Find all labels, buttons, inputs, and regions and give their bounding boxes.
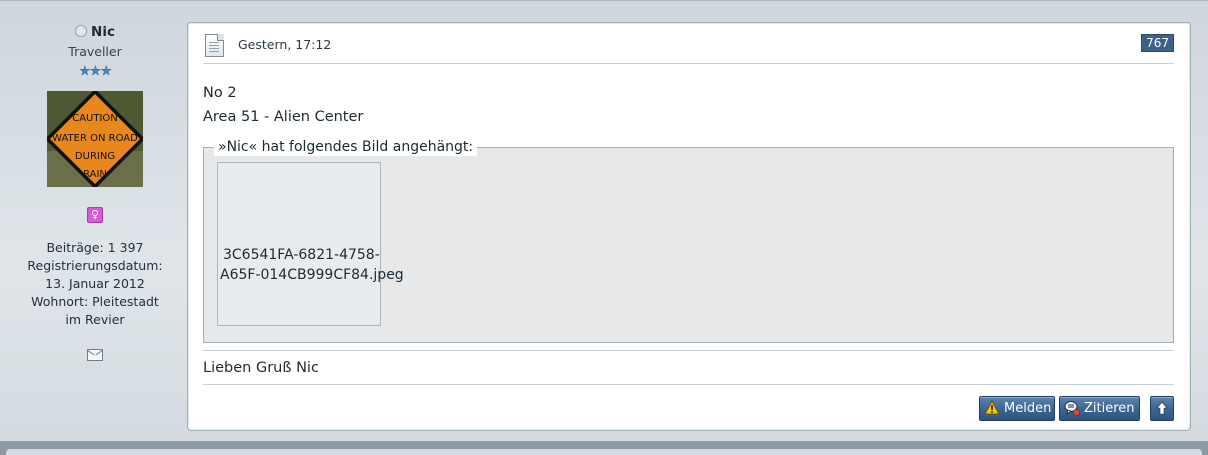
user-sidebar: Nic Traveller ★★★ CAUTION WATER ON ROAD … (8, 9, 182, 439)
star-icon: ★ (100, 64, 112, 79)
post-number-link[interactable]: 767 (1141, 34, 1174, 52)
female-gender-icon: ♀ (87, 207, 103, 223)
attachment-legend: »Nic« hat folgendes Bild angehängt: (214, 138, 478, 156)
attachment-thumbnail[interactable]: 3C6541FA-6821-4758- A65F-014CB999CF84.jp… (217, 162, 404, 326)
next-post-edge (6, 449, 1202, 455)
caution-sign-image: CAUTION WATER ON ROAD DURING RAIN (47, 91, 143, 187)
user-stats: Beiträge: 1 397 Registrierungsdatum: 13.… (8, 239, 182, 329)
registration-date: 13. Januar 2012 (45, 276, 145, 291)
attachment-filename: 3C6541FA-6821-4758- A65F-014CB999CF84.jp… (220, 245, 420, 285)
report-button[interactable]: Melden (979, 396, 1055, 421)
divider (203, 350, 1174, 351)
document-icon (205, 34, 224, 57)
attachment-fieldset: »Nic« hat folgendes Bild angehängt: 3C65… (203, 138, 1174, 343)
attachment-filename-line: A65F-014CB999CF84.jpeg (220, 267, 404, 283)
report-label: Melden (1004, 401, 1052, 416)
user-row: Nic (8, 23, 182, 41)
arrow-up-icon (1156, 401, 1168, 415)
avatar-sign-line: RAIN (83, 169, 107, 180)
message-box: Gestern, 17:12 767 No 2 Area 51 - Alien … (187, 22, 1191, 431)
star-icon: ★ (79, 64, 91, 79)
registration-label: Registrierungsdatum: (27, 258, 163, 273)
send-mail-icon[interactable] (87, 349, 103, 361)
post-container: Nic Traveller ★★★ CAUTION WATER ON ROAD … (0, 0, 1208, 442)
message-header: Gestern, 17:12 767 (203, 31, 1174, 64)
message-body: No 2 Area 51 - Alien Center (203, 81, 363, 129)
avatar-sign-line: CAUTION (72, 113, 118, 124)
avatar-sign-line: DURING (75, 151, 115, 162)
post-count: Beiträge: 1 397 (46, 240, 144, 255)
user-avatar[interactable]: CAUTION WATER ON ROAD DURING RAIN (47, 91, 143, 187)
user-rank: Traveller (68, 44, 122, 59)
post-date: Gestern, 17:12 (238, 37, 332, 52)
quote-label: Zitieren (1084, 401, 1135, 416)
message-line: Area 51 - Alien Center (203, 109, 364, 125)
rank-stars: ★★★ (8, 63, 182, 79)
quote-bubble-icon (1064, 401, 1080, 416)
divider (203, 384, 1174, 385)
quote-button[interactable]: Zitieren (1059, 396, 1140, 421)
location-continued: im Revier (65, 312, 125, 327)
location-label: Wohnort: Pleitestadt (31, 294, 159, 309)
star-icon: ★ (89, 64, 102, 79)
attachment-filename-line: 3C6541FA-6821-4758- (223, 247, 380, 263)
warning-icon (984, 400, 1000, 415)
username-link[interactable]: Nic (91, 24, 115, 40)
scroll-to-top-button[interactable] (1150, 396, 1174, 421)
offline-status-icon (75, 25, 88, 37)
signature: Lieben Gruß Nic (203, 360, 319, 376)
message-line: No 2 (203, 85, 237, 101)
avatar-sign-line: WATER ON ROAD (52, 133, 138, 144)
